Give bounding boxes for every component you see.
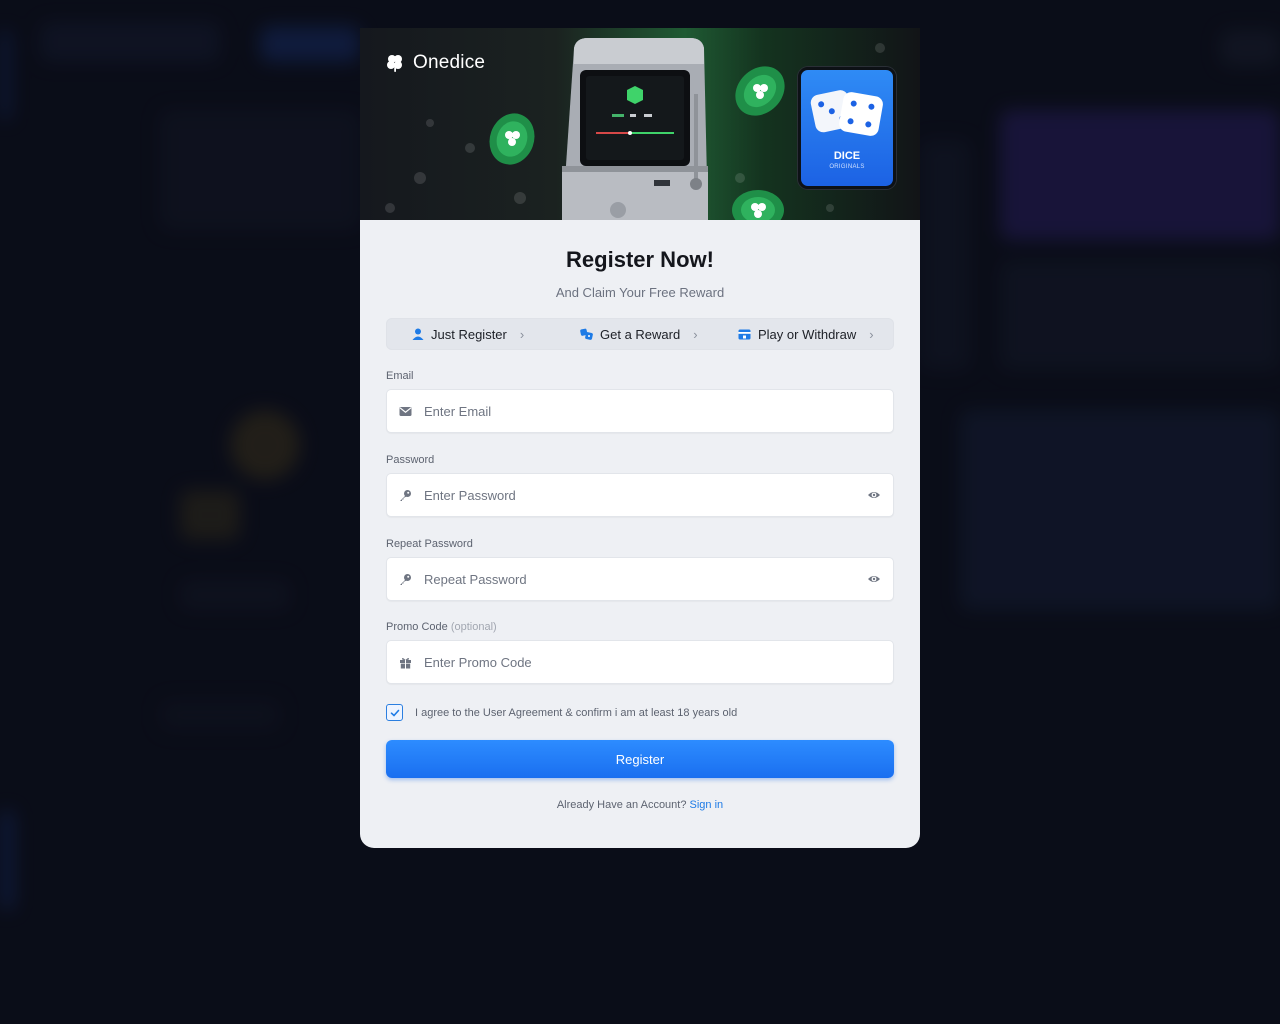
dice-card-subtitle: ORIGINALS <box>829 164 865 170</box>
step-label: Just Register <box>431 326 507 342</box>
register-modal: Onedice DICE ORIGINALS Register Now! And… <box>360 28 920 848</box>
chevron-right-icon: › <box>519 326 525 342</box>
email-group: Email <box>386 370 894 433</box>
step-label: Get a Reward <box>600 326 681 342</box>
repeat-password-input[interactable] <box>422 557 867 601</box>
step-just-register: Just Register › <box>412 318 524 350</box>
eye-icon[interactable] <box>867 572 881 586</box>
password-field-wrapper <box>386 473 894 517</box>
key-icon <box>400 573 411 585</box>
dice-originals-card: DICE ORIGINALS <box>798 67 896 189</box>
password-input[interactable] <box>422 473 867 517</box>
agreement-text: I agree to the User Agreement & confirm … <box>415 706 738 719</box>
chevron-right-icon: › <box>869 326 874 342</box>
chevron-right-icon: › <box>693 326 698 342</box>
account-prompt: Already Have an Account? <box>556 799 687 811</box>
register-button[interactable]: Register <box>386 740 894 778</box>
check-icon <box>390 709 399 717</box>
form-title: Register Now! <box>566 247 714 272</box>
signin-row: Already Have an Account? Sign in <box>386 799 894 811</box>
poker-chip-illustration <box>732 190 784 220</box>
gift-icon <box>400 657 411 668</box>
key-icon <box>400 489 411 501</box>
arcade-machine-illustration <box>562 38 708 220</box>
brand-logo[interactable]: Onedice <box>385 52 485 74</box>
repeat-password-group: Repeat Password <box>386 538 894 601</box>
promo-field-wrapper <box>386 640 894 684</box>
repeat-password-field-wrapper <box>386 557 894 601</box>
envelope-icon <box>399 406 412 416</box>
step-play-withdraw: Play or Withdraw › <box>738 318 874 350</box>
poker-chip-illustration <box>489 113 535 165</box>
email-field-wrapper <box>386 389 894 433</box>
eye-icon[interactable] <box>867 488 881 502</box>
signin-link[interactable]: Sign in <box>690 799 724 811</box>
poker-chip-illustration <box>735 66 785 116</box>
repeat-password-label: Repeat Password <box>386 538 473 550</box>
promo-group: Promo Code (optional) <box>386 621 894 684</box>
step-label: Play or Withdraw <box>758 326 857 342</box>
password-label: Password <box>386 454 435 466</box>
agreement-row: I agree to the User Agreement & confirm … <box>386 704 894 721</box>
email-label: Email <box>386 370 414 382</box>
dice-icon <box>810 90 883 136</box>
agreement-checkbox[interactable] <box>386 704 403 721</box>
password-group: Password <box>386 454 894 517</box>
promo-label-text: Promo Code <box>386 621 448 633</box>
promo-code-input[interactable] <box>422 640 893 684</box>
promo-banner: Onedice DICE ORIGINALS <box>360 28 920 220</box>
promo-optional-text: (optional) <box>450 621 497 633</box>
brand-name: Onedice <box>413 52 486 73</box>
card-icon <box>738 329 751 339</box>
dice-card-title: DICE <box>833 150 861 162</box>
reward-steps: Just Register › Get a Reward › Play or W… <box>386 318 894 350</box>
form-subtitle: And Claim Your Free Reward <box>555 285 725 300</box>
step-get-reward: Get a Reward › <box>580 318 698 350</box>
email-input[interactable] <box>422 389 893 433</box>
user-icon <box>412 328 424 340</box>
clover-icon <box>387 55 402 72</box>
promo-label: Promo Code (optional) <box>386 621 894 633</box>
dice-icon <box>580 328 593 340</box>
